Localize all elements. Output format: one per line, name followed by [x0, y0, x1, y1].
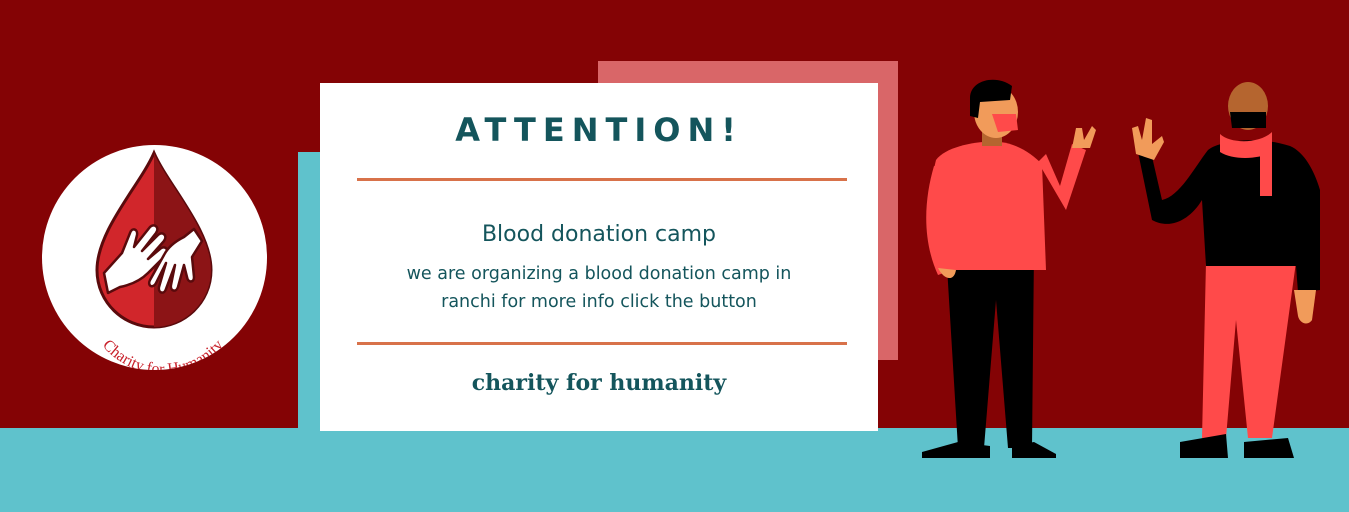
card-title: ATTENTION! — [455, 111, 743, 149]
card-body-line-2: ranchi for more info click the button — [441, 292, 757, 312]
bottom-divider — [357, 342, 847, 345]
card-footer-brand: charity for humanity — [471, 370, 727, 396]
man-black-shirt-figure — [1132, 82, 1320, 458]
illustration-people — [900, 70, 1340, 465]
card-subtitle: Blood donation camp — [481, 222, 717, 247]
card-body-line-1: we are organizing a blood donation camp … — [406, 264, 792, 284]
blood-drop-hands-icon: Charity for Humanity — [95, 149, 227, 370]
logo-text: Charity for Humanity — [99, 337, 227, 370]
announcement-card: ATTENTION! Blood donation camp we are or… — [320, 83, 878, 431]
man-red-shirt-figure — [922, 79, 1096, 458]
charity-logo: Charity for Humanity — [42, 145, 267, 370]
top-divider — [357, 178, 847, 181]
card-body: we are organizing a blood donation camp … — [350, 260, 848, 316]
svg-text:Charity for Humanity: Charity for Humanity — [99, 337, 227, 370]
